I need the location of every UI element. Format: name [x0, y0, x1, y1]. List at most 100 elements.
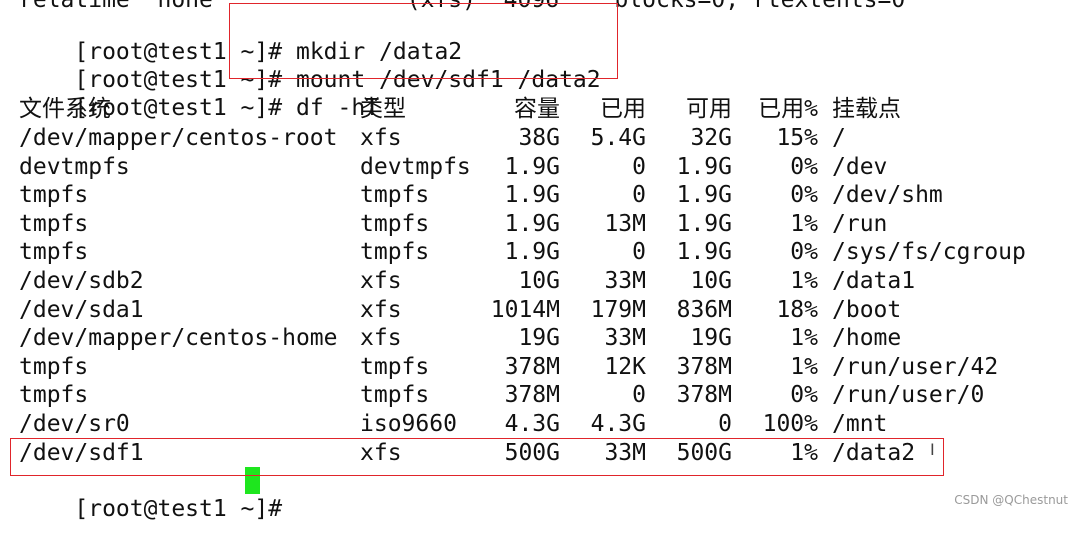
df-cell-use-percent: 18%	[776, 296, 818, 323]
df-cell-use-percent: 1%	[790, 353, 818, 380]
final-prompt-line[interactable]: [root@test1 ~]#	[19, 467, 282, 522]
df-cell-used: 33M	[604, 268, 646, 294]
df-cell-size: 378M	[504, 382, 560, 409]
df-cell-used: 0	[632, 382, 646, 409]
df-cell-mounted-on: /boot	[832, 296, 902, 323]
command-line-df: [root@test1 ~]# df -hT	[19, 66, 379, 121]
df-cell-size: 4.3G	[504, 411, 560, 437]
df-cell-used: 5.4G	[590, 125, 646, 151]
df-cell-mounted-on: /data1	[832, 268, 916, 294]
df-row: /dev/sdf1 xfs 500G 33M 500G 1% /data2	[19, 439, 1059, 467]
command-line-mkdir: [root@test1 ~]# mkdir /data2	[19, 10, 462, 65]
df-row: devtmpfs devtmpfs 1.9G 0 1.9G 0% /dev	[19, 153, 1059, 181]
header-filesystem: 文件系统	[19, 96, 111, 122]
df-cell-filesystem: devtmpfs	[19, 153, 130, 180]
df-cell-used: 33M	[604, 439, 646, 466]
df-cell-type: tmpfs	[360, 382, 430, 409]
df-cell-size: 1.9G	[504, 239, 560, 266]
terminal-window[interactable]: relatime none (xfs) 4096 blocks=0, rtext…	[0, 0, 1082, 522]
df-row: /dev/sr0 iso9660 4.3G 4.3G 0 100% /mnt	[19, 410, 1059, 438]
df-cell-used: 0	[632, 239, 646, 266]
df-row: /dev/sda1 xfs 1014M 179M 836M 18% /boot	[19, 296, 1059, 324]
command-line-mount: [root@test1 ~]# mount /dev/sdf1 /data2	[19, 38, 600, 93]
df-cell-type: iso9660	[360, 411, 457, 437]
df-cell-filesystem: tmpfs	[19, 210, 89, 237]
df-cell-filesystem: tmpfs	[19, 382, 89, 409]
df-cell-filesystem: /dev/sda1	[19, 296, 144, 323]
df-cell-avail: 1.9G	[676, 239, 732, 266]
df-cell-mounted-on: /run/user/0	[832, 382, 985, 409]
df-cell-filesystem: /dev/sdb2	[19, 268, 144, 294]
df-cell-use-percent: 1%	[790, 325, 818, 352]
df-cell-mounted-on: /run/user/42	[832, 353, 999, 380]
df-cell-avail: 1.9G	[676, 153, 732, 180]
df-row: tmpfs tmpfs 1.9G 13M 1.9G 1% /run	[19, 210, 1059, 238]
df-cell-size: 1.9G	[504, 182, 560, 209]
header-size: 容量	[514, 96, 560, 122]
df-cell-use-percent: 1%	[790, 268, 818, 294]
header-type: 类型	[360, 96, 406, 122]
df-header-row: 文件系统 类型 容量 已用 可用 已用% 挂载点	[19, 95, 1059, 123]
df-cell-avail: 500G	[676, 439, 732, 466]
watermark: CSDN @QChestnut	[954, 493, 1068, 507]
df-cell-size: 1014M	[490, 296, 560, 323]
header-used: 已用	[600, 96, 646, 122]
df-row: /dev/mapper/centos-root xfs 38G 5.4G 32G 15% /	[19, 124, 1059, 152]
df-cell-type: xfs	[360, 125, 402, 151]
df-cell-avail: 32G	[690, 125, 732, 151]
df-cell-type: tmpfs	[360, 239, 430, 266]
df-cell-filesystem: /dev/mapper/centos-home	[19, 325, 338, 352]
df-cell-size: 500G	[504, 439, 560, 466]
df-row: tmpfs tmpfs 378M 12K 378M 1% /run/user/42	[19, 353, 1059, 381]
df-cell-filesystem: tmpfs	[19, 182, 89, 209]
text-cursor-icon: I	[930, 440, 935, 459]
df-cell-size: 38G	[518, 125, 560, 151]
df-cell-used: 179M	[590, 296, 646, 323]
df-cell-mounted-on: /sys/fs/cgroup	[832, 239, 1026, 266]
df-cell-avail: 10G	[690, 268, 732, 294]
df-cell-use-percent: 1%	[790, 439, 818, 466]
df-cell-avail: 19G	[690, 325, 732, 352]
df-cell-avail: 378M	[676, 382, 732, 409]
df-cell-avail: 1.9G	[676, 182, 732, 209]
df-cell-type: devtmpfs	[360, 153, 471, 180]
df-cell-mounted-on: /home	[832, 325, 902, 352]
df-cell-mounted-on: /mnt	[832, 411, 888, 437]
df-cell-size: 19G	[518, 325, 560, 352]
df-cell-size: 1.9G	[504, 210, 560, 237]
df-cell-type: xfs	[360, 439, 402, 466]
df-cell-use-percent: 100%	[762, 411, 818, 437]
df-cell-use-percent: 15%	[776, 125, 818, 151]
header-use-percent: 已用%	[758, 96, 818, 122]
df-row: tmpfs tmpfs 378M 0 378M 0% /run/user/0	[19, 381, 1059, 409]
df-cell-mounted-on: /dev/shm	[832, 182, 943, 209]
df-cell-type: tmpfs	[360, 210, 430, 237]
df-cell-filesystem: /dev/mapper/centos-root	[19, 125, 338, 151]
df-cell-avail: 378M	[676, 353, 732, 380]
df-cell-type: xfs	[360, 296, 402, 323]
df-row: /dev/mapper/centos-home xfs 19G 33M 19G 1% /ho…	[19, 324, 1059, 352]
df-cell-used: 33M	[604, 325, 646, 352]
prompt: [root@test1 ~]#	[74, 496, 283, 522]
df-cell-use-percent: 1%	[790, 210, 818, 237]
df-cell-type: tmpfs	[360, 353, 430, 380]
df-cell-use-percent: 0%	[790, 382, 818, 409]
df-cell-mounted-on: /run	[832, 210, 888, 237]
df-cell-type: xfs	[360, 325, 402, 352]
df-cell-used: 4.3G	[590, 411, 646, 437]
df-cell-use-percent: 0%	[790, 239, 818, 266]
df-cell-filesystem: /dev/sdf1	[19, 439, 144, 466]
df-row: tmpfs tmpfs 1.9G 0 1.9G 0% /dev/shm	[19, 181, 1059, 209]
df-cell-filesystem: tmpfs	[19, 353, 89, 380]
df-row: /dev/sdb2 xfs 10G 33M 10G 1% /data1	[19, 267, 1059, 295]
df-cell-mounted-on: /dev	[832, 153, 888, 180]
df-cell-avail: 0	[718, 411, 732, 437]
terminal-cursor	[245, 467, 260, 494]
header-avail: 可用	[686, 96, 732, 122]
df-cell-used: 0	[632, 182, 646, 209]
df-cell-used: 0	[632, 153, 646, 180]
df-cell-type: tmpfs	[360, 182, 430, 209]
df-cell-used: 12K	[604, 353, 646, 380]
df-cell-avail: 1.9G	[676, 210, 732, 237]
df-cell-size: 1.9G	[504, 153, 560, 180]
